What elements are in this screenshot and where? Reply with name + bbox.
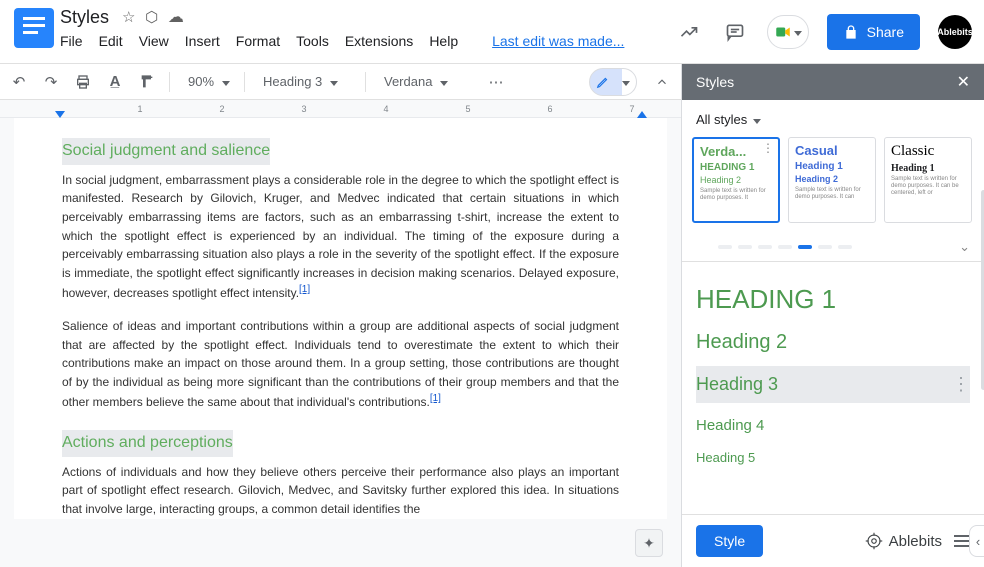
sidebar-menu-icon[interactable] [954,535,970,547]
font-value: Verdana [384,74,432,89]
menu-file[interactable]: File [60,33,83,49]
last-edit-link[interactable]: Last edit was made... [492,33,624,49]
spellcheck-button[interactable]: A̲ [102,69,128,95]
move-icon[interactable]: ⬡ [145,8,158,26]
zoom-value: 90% [188,74,214,89]
style-value: Heading 3 [263,74,322,89]
redo-button[interactable]: ↷ [38,69,64,95]
sidebar-header: Styles ✕ [682,64,984,100]
side-panel-toggle[interactable]: ‹ [969,525,984,557]
docs-logo[interactable] [14,8,54,48]
menu-help[interactable]: Help [429,33,458,49]
page-dot[interactable] [758,245,772,249]
undo-button[interactable]: ↶ [6,69,32,95]
close-icon[interactable]: ✕ [957,72,970,92]
heading-style-h3[interactable]: Heading 3⋮ [696,366,970,403]
editing-mode-button[interactable] [589,68,637,96]
heading-style-h4[interactable]: Heading 4 [696,409,970,442]
menu-edit[interactable]: Edit [99,33,123,49]
page-dot[interactable] [738,245,752,249]
chevron-down-icon [794,24,802,39]
zoom-picker[interactable]: 90% [179,69,235,95]
page-dot[interactable] [778,245,792,249]
sidebar-footer: Style Ablebits [682,514,984,567]
heading-style-h2[interactable]: Heading 2 [696,323,970,362]
paragraph[interactable]: Salience of ideas and important contribu… [62,317,619,412]
paragraph[interactable]: Actions of individuals and how they beli… [62,463,619,519]
explore-button[interactable]: ✦ [635,529,663,557]
styles-filter[interactable]: All styles [682,100,984,137]
print-button[interactable] [70,69,96,95]
font-picker[interactable]: Verdana [375,69,477,95]
chevron-down-icon [622,74,630,89]
comments-icon[interactable] [721,18,749,46]
theme-pagination: ⌄ [682,233,984,257]
menu-format[interactable]: Format [236,33,280,49]
heading-style-h1[interactable]: HEADING 1 [696,276,970,323]
star-icon[interactable]: ☆ [122,8,135,26]
meet-button[interactable] [767,15,809,49]
collapse-sidebar-button[interactable] [649,69,675,95]
heading-style-h5[interactable]: Heading 5 [696,442,970,473]
paragraph-style-picker[interactable]: Heading 3 [254,69,356,95]
chevron-down-icon [440,74,448,89]
more-tools-button[interactable]: ⋯ [483,69,509,95]
share-button[interactable]: Share [827,14,920,50]
title-icons: ☆ ⬡ ☁ [119,7,187,27]
styles-sidebar: Styles ✕ All styles Verda... HEADING 1 H… [681,64,984,567]
chevron-down-icon [222,74,230,89]
divider [682,261,984,262]
menu-tools[interactable]: Tools [296,33,329,49]
theme-card-classic[interactable]: Classic Heading 1 Sample text is written… [884,137,972,223]
theme-card-casual[interactable]: Casual Heading 1 Heading 2 Sample text i… [788,137,876,223]
chevron-down-icon [753,112,761,127]
citation-link[interactable]: [1] [299,284,310,295]
page-dot[interactable] [798,245,812,249]
main-menu: File Edit View Insert Format Tools Exten… [60,30,624,49]
theme-card-verdana[interactable]: Verda... HEADING 1 Heading 2 Sample text… [692,137,780,223]
paint-format-button[interactable] [134,69,160,95]
paragraph[interactable]: In social judgment, embarrassment plays … [62,171,619,303]
document-title[interactable]: Styles [60,7,109,28]
menu-view[interactable]: View [139,33,169,49]
more-icon[interactable]: ⋮ [952,374,970,395]
sidebar-scrollbar[interactable] [977,100,984,527]
page-dot[interactable] [818,245,832,249]
page-dot[interactable] [718,245,732,249]
ablebits-brand[interactable]: Ablebits [865,532,942,550]
menu-insert[interactable]: Insert [185,33,220,49]
menubar: Styles ☆ ⬡ ☁ File Edit View Insert Forma… [0,0,984,64]
sidebar-title: Styles [696,74,734,90]
theme-carousel: Verda... HEADING 1 Heading 2 Sample text… [682,137,984,233]
activity-icon[interactable] [675,18,703,46]
account-avatar[interactable]: Ablebits [938,15,972,49]
document-area[interactable]: Social judgment and salience In social j… [0,118,681,567]
menu-extensions[interactable]: Extensions [345,33,413,49]
chevron-down-icon [330,74,338,89]
filter-value: All styles [696,112,747,127]
page-dot[interactable] [838,245,852,249]
citation-link[interactable]: [1] [430,393,441,404]
expand-themes-icon[interactable]: ⌄ [959,239,970,255]
share-label: Share [867,24,904,40]
heading-3[interactable]: Actions and perceptions [62,430,233,457]
ruler[interactable]: 1 2 3 4 5 6 7 [0,100,681,118]
heading-3[interactable]: Social judgment and salience [62,138,270,165]
apply-style-button[interactable]: Style [696,525,763,557]
heading-style-list: HEADING 1 Heading 2 Heading 3⋮ Heading 4… [682,266,984,483]
indent-marker-right[interactable] [637,111,647,118]
toolbar: ↶ ↷ A̲ 90% Heading 3 Verdana [0,64,681,100]
indent-marker-left[interactable] [55,111,65,118]
cloud-icon[interactable]: ☁ [168,7,184,27]
